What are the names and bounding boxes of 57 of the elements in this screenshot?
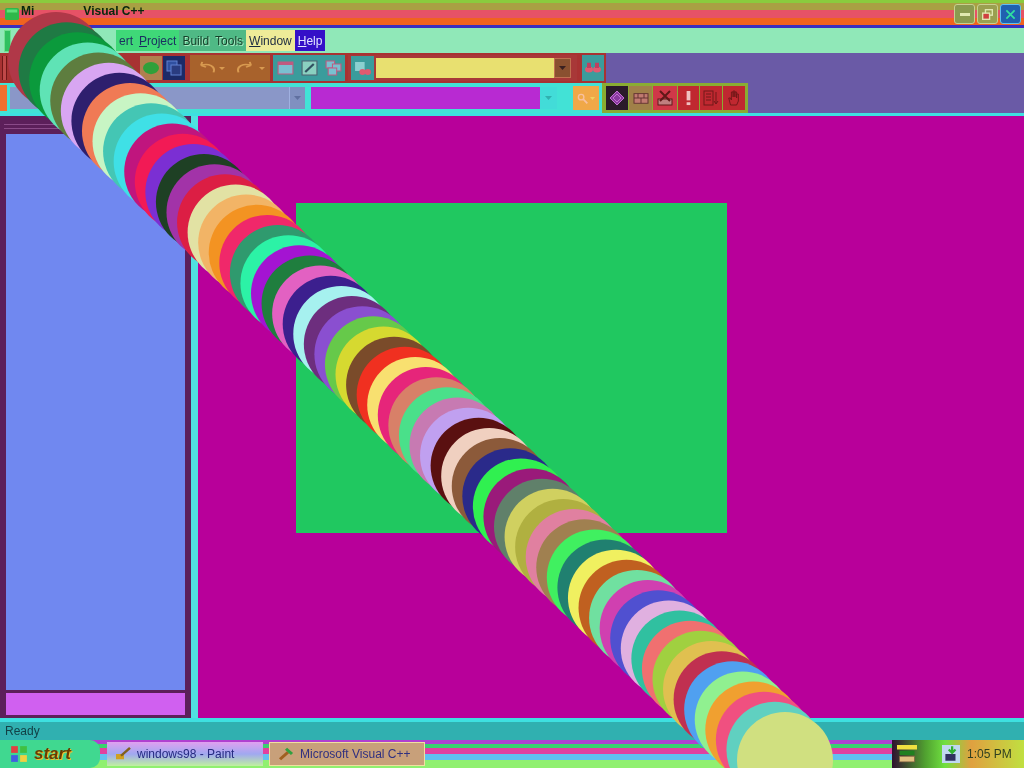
toolbar-grip[interactable]: [0, 85, 7, 111]
stacked-pages-icon: [166, 60, 182, 76]
stacked-bars-icon: [897, 745, 917, 763]
taskbar-button[interactable]: Microsoft Visual C++: [269, 742, 425, 766]
caret-icon: [590, 96, 595, 100]
caret-icon: [258, 66, 265, 70]
caret-icon: [218, 66, 225, 70]
toolbar-button[interactable]: [351, 56, 374, 80]
toolbar-button[interactable]: [606, 86, 628, 110]
menu-item[interactable]: Project: [136, 30, 180, 51]
stacked-diamond-icon: [609, 90, 625, 106]
cross-box-icon: [657, 90, 673, 106]
exclamation-icon: [686, 90, 691, 106]
tray-button[interactable]: [895, 742, 919, 766]
hand-icon: [727, 90, 741, 106]
toolbar-grip[interactable]: [2, 56, 7, 80]
caret-icon: [559, 66, 566, 70]
magnifier-icon: [577, 92, 588, 104]
toolbar-button[interactable]: [678, 86, 699, 110]
hammer-icon: [278, 747, 294, 761]
menu-item[interactable]: ert: [116, 30, 136, 51]
close-icon: [1005, 8, 1016, 20]
paint-brush-icon: [115, 747, 131, 761]
clock-text: 1:05 PM: [967, 746, 1012, 763]
minimize-icon: [959, 12, 970, 16]
menu-item[interactable]: Help: [294, 30, 326, 51]
app-icon: [5, 8, 19, 20]
square-circles-icon: [354, 60, 371, 76]
window-icon: [276, 60, 294, 76]
bricks-icon: [632, 91, 649, 105]
dropdown-field[interactable]: [376, 58, 571, 78]
close-button[interactable]: [1000, 4, 1021, 24]
oval-icon: [143, 61, 159, 75]
window-title: Visual C++: [83, 5, 145, 17]
binoculars-icon: [585, 62, 601, 74]
caret-icon: [294, 96, 301, 100]
square-slash-icon: [300, 60, 318, 76]
tray-button[interactable]: [941, 744, 961, 764]
window-title: Mi: [21, 5, 35, 17]
stacked-windows-icon: [324, 60, 342, 76]
toolbar-button[interactable]: [298, 57, 320, 79]
status-text: Ready: [5, 723, 40, 740]
dropdown-button[interactable]: [289, 87, 305, 109]
minimize-button[interactable]: [954, 4, 975, 24]
four-squares-icon: [10, 745, 28, 763]
dropdown-button[interactable]: [554, 58, 571, 78]
list-arrow-icon: [703, 90, 719, 106]
restore-button[interactable]: [977, 4, 998, 24]
toolbar-button[interactable]: [629, 86, 652, 110]
dropdown-field[interactable]: [311, 87, 557, 109]
toolbar-button[interactable]: [653, 86, 677, 110]
menu-item[interactable]: Window: [246, 30, 295, 51]
caret-icon: [545, 96, 552, 100]
restore-icon: [982, 8, 993, 20]
taskbar-button[interactable]: windows98 - Paint: [107, 742, 263, 766]
start-button[interactable]: start: [0, 740, 100, 768]
toolbar-button[interactable]: [163, 56, 185, 80]
